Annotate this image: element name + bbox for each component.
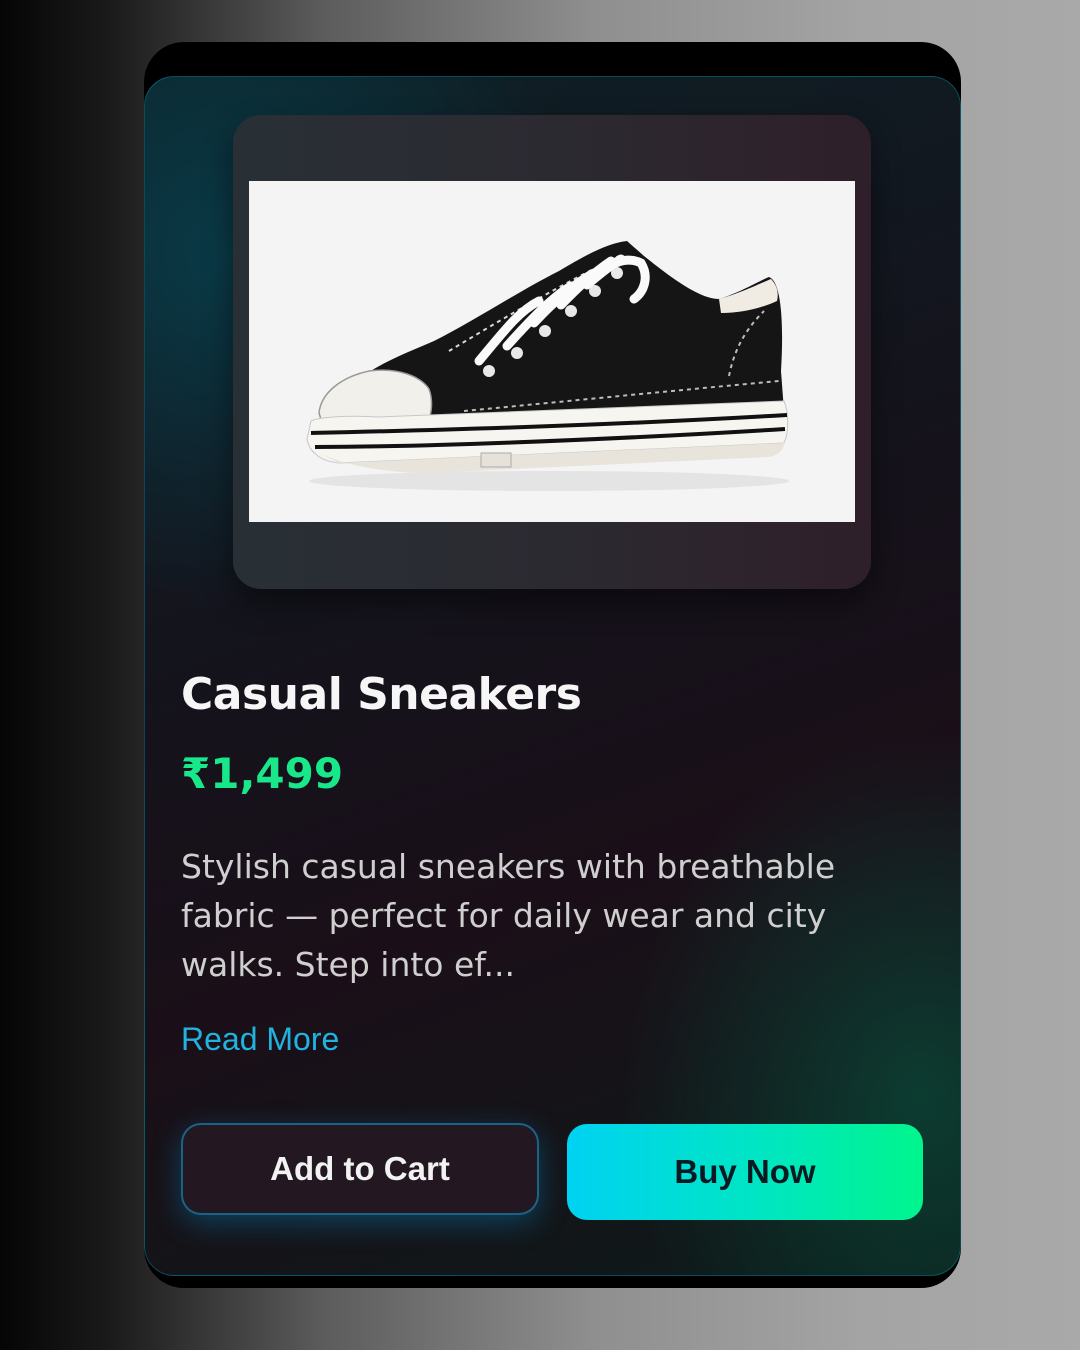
product-card: Casual Sneakers ₹1,499 Stylish casual sn… [144, 76, 961, 1276]
product-price: ₹1,499 [181, 749, 344, 798]
add-to-cart-label: Add to Cart [270, 1150, 450, 1187]
product-description: Stylish casual sneakers with breathable … [181, 847, 836, 984]
buy-now-label: Buy Now [674, 1153, 816, 1190]
product-image-container [233, 115, 871, 589]
product-image [249, 181, 855, 522]
phone-frame: Casual Sneakers ₹1,499 Stylish casual sn… [144, 42, 961, 1288]
sneaker-icon [306, 241, 789, 491]
buy-now-button[interactable]: Buy Now [567, 1124, 923, 1220]
add-to-cart-button[interactable]: Add to Cart [181, 1123, 539, 1215]
read-more-link[interactable]: Read More [181, 1021, 339, 1058]
product-title: Casual Sneakers [181, 669, 582, 720]
